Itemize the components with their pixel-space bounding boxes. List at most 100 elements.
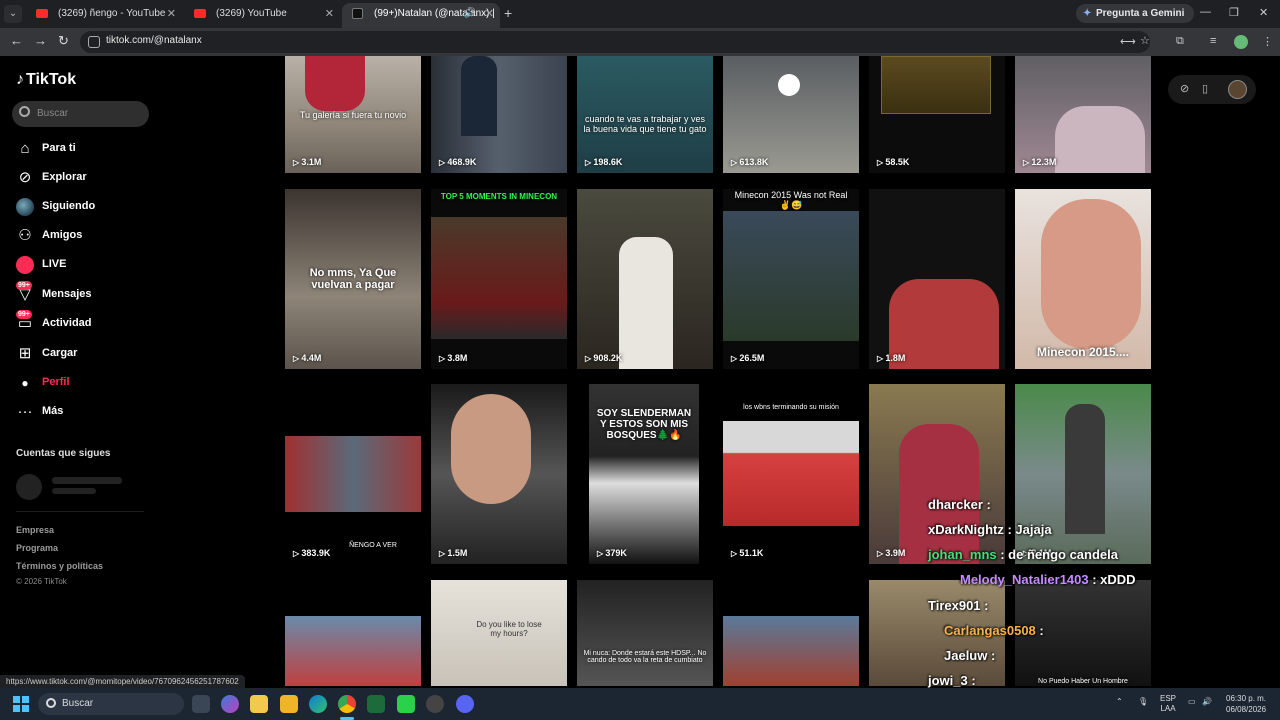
tab-title: (3269) YouTube [216, 8, 287, 19]
language-indicator[interactable]: ESP LAA [1160, 694, 1176, 714]
store-icon[interactable] [250, 695, 268, 713]
forward-icon[interactable]: → [34, 33, 47, 48]
sidebar-item-mas[interactable]: ··· Más [16, 401, 156, 423]
browser-tab[interactable]: (3269) YouTube ✕ [184, 3, 340, 28]
video-card[interactable]: 12.3M [1015, 56, 1151, 173]
video-card[interactable]: Minecon 2015 Was not Real ✌😅 26.5M [723, 189, 859, 369]
address-bar[interactable]: tiktok.com/@natalanx ⟷ ☆ [80, 31, 1150, 53]
close-icon[interactable]: ✕ [325, 3, 334, 25]
video-card[interactable]: Mi nuca: Donde estará este HDSP... No ca… [577, 580, 713, 686]
video-card[interactable]: 1.8M [869, 189, 1005, 369]
sidebar-item-cargar[interactable]: ⊞ Cargar [16, 343, 156, 365]
url-text[interactable]: tiktok.com/@natalanx [106, 35, 202, 46]
sidebar-item-perfil[interactable]: ● Perfil [16, 372, 156, 394]
menu-icon[interactable]: ⋮ [1262, 35, 1273, 48]
browser-tab-active[interactable]: (99+)Natalan (@natalanx) | 🔊 ✕ [342, 3, 500, 28]
search-input[interactable]: Buscar [12, 101, 149, 127]
back-icon[interactable]: ← [10, 33, 23, 48]
new-tab-icon[interactable]: + [504, 5, 512, 21]
restore-icon[interactable]: ❐ [1229, 6, 1239, 19]
video-card[interactable]: Tu galería si fuera tu novio 3.1M [285, 56, 421, 173]
video-card[interactable]: 58.5K [869, 56, 1005, 173]
video-card[interactable]: 1.5M [431, 384, 567, 564]
video-card[interactable]: Minecon 2015.... [1015, 189, 1151, 369]
extensions-icon[interactable]: ⧉ [1176, 35, 1184, 48]
video-thumbnail [1055, 106, 1145, 173]
video-card[interactable] [723, 580, 859, 686]
task-view-icon[interactable] [192, 695, 210, 713]
sidebar-item-siguiendo[interactable]: Siguiendo [16, 196, 156, 218]
microphone-icon[interactable]: 🎙 [1138, 697, 1148, 706]
user-avatar[interactable] [1228, 80, 1247, 99]
video-views: 3.1M [293, 157, 321, 167]
video-card[interactable] [285, 580, 421, 686]
video-card[interactable]: SOY SLENDERMAN Y ESTOS SON MIS BOSQUES🌲🔥… [589, 384, 699, 564]
taskbar-search[interactable]: Buscar [38, 693, 184, 715]
sidebar-item-label: Actividad [42, 317, 92, 329]
tab-search-icon[interactable]: ⌄ [4, 5, 22, 23]
video-card[interactable]: los wbns terminando su misión 51.1K [723, 384, 859, 564]
system-clock[interactable]: 06:30 p. m. 06/08/2026 [1226, 693, 1266, 715]
footer-link-empresa[interactable]: Empresa [16, 525, 54, 535]
bookmark-star-icon[interactable]: ☆ [1140, 34, 1150, 47]
video-caption: los wbns terminando su misión [743, 404, 839, 411]
windows-start-icon[interactable] [13, 696, 29, 712]
chat-text: : [982, 497, 991, 512]
video-card[interactable]: No mms, Ya Que vuelvan a pagar 4.4M [285, 189, 421, 369]
browser-tab[interactable]: (3269) ñengo - YouTube ✕ [26, 3, 182, 28]
sidebar-item-live[interactable]: LIVE [16, 254, 156, 276]
video-card[interactable]: Do you like to lose my hours? [431, 580, 567, 686]
sidebar-item-explorar[interactable]: ⊘ Explorar [16, 167, 156, 189]
device-icon[interactable]: ▯ [1202, 82, 1208, 95]
edge-icon[interactable] [309, 695, 327, 713]
video-thumbnail [723, 421, 859, 526]
video-card[interactable]: TOP 5 MOMENTS IN MINECON 3.8M [431, 189, 567, 369]
file-explorer-icon[interactable] [280, 695, 298, 713]
notification-badge: 99+ [16, 281, 32, 290]
chat-message: johan_mns : de ñengo candela [928, 547, 1118, 562]
media-icon[interactable]: ≡ [1210, 35, 1216, 47]
minimize-icon[interactable]: — [1200, 6, 1211, 18]
chat-message: Tirex901 : [928, 598, 988, 613]
excel-icon[interactable] [367, 695, 385, 713]
address-toolbar: ← → ↻ tiktok.com/@natalanx ⟷ ☆ ⧉ ≡ ⋮ [0, 28, 1280, 56]
video-card[interactable]: ÑENGO A VER 383.9K [285, 384, 421, 564]
search-icon [46, 698, 56, 708]
translate-icon[interactable]: ⟷ [1120, 35, 1136, 48]
video-card[interactable]: 908.2K [577, 189, 713, 369]
discord-icon[interactable] [456, 695, 474, 713]
sidebar-item-mensajes[interactable]: ▽ 99+ Mensajes [16, 281, 156, 306]
footer-link-programa[interactable]: Programa [16, 543, 58, 553]
compass-icon[interactable]: ⊘ [1180, 82, 1189, 95]
video-card[interactable]: 3.9M [869, 384, 1005, 564]
chat-message: Carlangas0508 : [944, 623, 1044, 638]
video-caption: SOY SLENDERMAN Y ESTOS SON MIS BOSQUES🌲🔥 [596, 408, 692, 441]
profile-avatar-icon[interactable] [1234, 35, 1248, 49]
network-icon[interactable]: ▭ [1188, 697, 1196, 706]
copilot-icon[interactable] [221, 695, 239, 713]
site-info-icon[interactable] [88, 36, 100, 48]
sidebar-item-amigos[interactable]: ⚇ Amigos [16, 225, 156, 247]
speaker-icon[interactable]: 🔊 [464, 3, 476, 25]
close-icon[interactable]: ✕ [485, 3, 494, 25]
reload-icon[interactable]: ↻ [58, 33, 69, 49]
video-card[interactable]: cuando te vas a trabajar y ves la buena … [577, 56, 713, 173]
tiktok-logo[interactable]: ♪ TikTok [16, 71, 76, 89]
tab-title: (99+)Natalan (@natalanx) | [374, 8, 495, 19]
window-close-icon[interactable]: ✕ [1259, 6, 1268, 19]
footer-link-terminos[interactable]: Términos y políticas [16, 561, 103, 571]
chrome-icon[interactable] [338, 695, 356, 713]
chat-message: xDarkNightz : Jajaja [928, 522, 1052, 537]
video-card[interactable]: 468.9K [431, 56, 567, 173]
obs-icon[interactable] [426, 695, 444, 713]
video-card[interactable]: 613.8K [723, 56, 859, 173]
camtasia-icon[interactable] [397, 695, 415, 713]
clock-date: 06/08/2026 [1226, 705, 1267, 714]
sidebar-item-actividad[interactable]: ▭ 99+ Actividad [16, 310, 156, 335]
volume-icon[interactable]: 🔊 [1202, 697, 1212, 706]
gemini-button[interactable]: Pregunta a Gemini [1076, 4, 1195, 23]
sidebar-item-para-ti[interactable]: ⌂ Para ti [16, 138, 156, 160]
tray-overflow-icon[interactable]: ⌃ [1116, 697, 1123, 706]
close-icon[interactable]: ✕ [167, 3, 176, 25]
video-card[interactable]: 2.1M [1015, 384, 1151, 564]
